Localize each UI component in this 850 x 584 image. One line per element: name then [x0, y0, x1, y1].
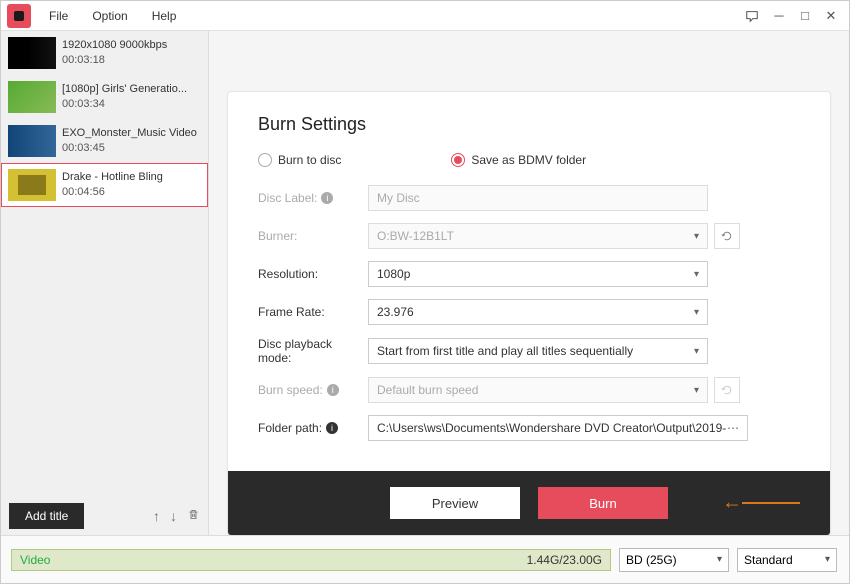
chevron-down-icon: ▾ — [694, 231, 699, 242]
video-standard-select[interactable]: Standard▾ — [737, 548, 837, 572]
radio-burn-to-disc[interactable]: Burn to disc — [258, 153, 341, 167]
move-up-icon[interactable]: ↑ — [153, 508, 160, 524]
sidebar: 1920x1080 9000kbps 00:03:18 [1080p] Girl… — [1, 31, 209, 535]
info-icon[interactable]: i — [327, 384, 339, 396]
video-thumbnail — [8, 81, 56, 113]
video-thumbnail — [8, 37, 56, 69]
status-bar: Video 1.44G/23.00G BD (25G)▾ Standard▾ — [1, 535, 849, 583]
burn-button[interactable]: Burn — [538, 487, 668, 519]
video-tab-label: Video — [20, 553, 50, 567]
video-item[interactable]: 1920x1080 9000kbps 00:03:18 — [1, 31, 208, 75]
video-duration: 00:03:45 — [62, 141, 197, 156]
minimize-button[interactable]: ─ — [771, 8, 787, 23]
menu-file[interactable]: File — [37, 9, 80, 23]
chevron-down-icon: ▾ — [694, 385, 699, 396]
radio-dot-icon — [451, 153, 465, 167]
chevron-down-icon: ▾ — [694, 346, 699, 357]
maximize-button[interactable]: □ — [797, 8, 813, 23]
video-title: [1080p] Girls' Generatio... — [62, 82, 187, 97]
main-area: 1920x1080 9000kbps 00:03:18 [1080p] Girl… — [1, 31, 849, 535]
row-disc-label: Disc Label: i My Disc — [258, 185, 800, 211]
playback-mode-select[interactable]: Start from first title and play all titl… — [368, 338, 708, 364]
menu-bar: File Option Help — [37, 9, 188, 23]
disc-usage: 1.44G/23.00G — [527, 553, 602, 567]
row-frame-rate: Frame Rate: 23.976▾ — [258, 299, 800, 325]
radio-label: Save as BDMV folder — [471, 153, 586, 167]
radio-dot-icon — [258, 153, 272, 167]
row-burn-speed: Burn speed: i Default burn speed▾ — [258, 377, 800, 403]
radio-save-bdmv[interactable]: Save as BDMV folder — [451, 153, 586, 167]
video-thumbnail — [8, 125, 56, 157]
panel-footer: Preview Burn — [228, 471, 830, 535]
video-thumbnail — [8, 169, 56, 201]
field-label: Burner: — [258, 229, 297, 243]
video-size-indicator[interactable]: Video 1.44G/23.00G — [11, 549, 611, 571]
video-item[interactable]: [1080p] Girls' Generatio... 00:03:34 — [1, 75, 208, 119]
annotation-arrow-tail — [742, 502, 800, 504]
video-duration: 00:03:18 — [62, 53, 167, 68]
titlebar: File Option Help ─ □ ✕ — [1, 1, 849, 31]
video-title: EXO_Monster_Music Video — [62, 126, 197, 141]
content-area: Burn Settings Burn to disc Save as BDMV … — [209, 31, 849, 535]
chevron-down-icon: ▾ — [694, 307, 699, 318]
ellipsis-icon: ⋯ — [727, 421, 739, 435]
row-burner: Burner: O:BW-12B1LT▾ — [258, 223, 800, 249]
disc-type-select[interactable]: BD (25G)▾ — [619, 548, 729, 572]
move-down-icon[interactable]: ↓ — [170, 508, 177, 524]
folder-path-select[interactable]: C:\Users\ws\Documents\Wondershare DVD Cr… — [368, 415, 748, 441]
add-title-button[interactable]: Add title — [9, 503, 84, 529]
field-label: Resolution: — [258, 267, 318, 281]
frame-rate-select[interactable]: 23.976▾ — [368, 299, 708, 325]
window-controls: ─ □ ✕ — [745, 8, 849, 24]
field-label: Frame Rate: — [258, 305, 325, 319]
field-label: Burn speed: — [258, 383, 323, 397]
info-icon[interactable]: i — [321, 192, 333, 204]
row-folder-path: Folder path: i C:\Users\ws\Documents\Wond… — [258, 415, 800, 441]
panel-title: Burn Settings — [258, 114, 800, 135]
field-label: Folder path: — [258, 421, 322, 435]
close-button[interactable]: ✕ — [823, 8, 839, 24]
burn-speed-select: Default burn speed▾ — [368, 377, 708, 403]
annotation-arrow-icon — [722, 492, 742, 515]
chevron-down-icon: ▾ — [825, 554, 830, 565]
menu-help[interactable]: Help — [140, 9, 189, 23]
field-label: Disc playback mode: — [258, 337, 368, 365]
refresh-button — [714, 377, 740, 403]
video-item[interactable]: EXO_Monster_Music Video 00:03:45 — [1, 119, 208, 163]
row-resolution: Resolution: 1080p▾ — [258, 261, 800, 287]
video-duration: 00:04:56 — [62, 185, 163, 200]
sidebar-footer: Add title ↑ ↓ — [1, 497, 208, 535]
chevron-down-icon: ▾ — [694, 269, 699, 280]
app-icon — [7, 4, 31, 28]
preview-button[interactable]: Preview — [390, 487, 520, 519]
field-label: Disc Label: — [258, 191, 317, 205]
burn-settings-panel: Burn Settings Burn to disc Save as BDMV … — [227, 91, 831, 536]
feedback-icon[interactable] — [745, 9, 761, 23]
disc-label-input[interactable]: My Disc — [368, 185, 708, 211]
chevron-down-icon: ▾ — [717, 554, 722, 565]
video-title: Drake - Hotline Bling — [62, 170, 163, 185]
output-mode-radios: Burn to disc Save as BDMV folder — [258, 153, 800, 167]
radio-label: Burn to disc — [278, 153, 341, 167]
refresh-button[interactable] — [714, 223, 740, 249]
info-icon[interactable]: i — [326, 422, 338, 434]
menu-option[interactable]: Option — [80, 9, 139, 23]
row-playback-mode: Disc playback mode: Start from first tit… — [258, 337, 800, 365]
video-title: 1920x1080 9000kbps — [62, 38, 167, 53]
delete-icon[interactable] — [187, 508, 200, 524]
video-item-selected[interactable]: Drake - Hotline Bling 00:04:56 — [1, 163, 208, 207]
burner-select: O:BW-12B1LT▾ — [368, 223, 708, 249]
video-list: 1920x1080 9000kbps 00:03:18 [1080p] Girl… — [1, 31, 208, 497]
resolution-select[interactable]: 1080p▾ — [368, 261, 708, 287]
video-duration: 00:03:34 — [62, 97, 187, 112]
